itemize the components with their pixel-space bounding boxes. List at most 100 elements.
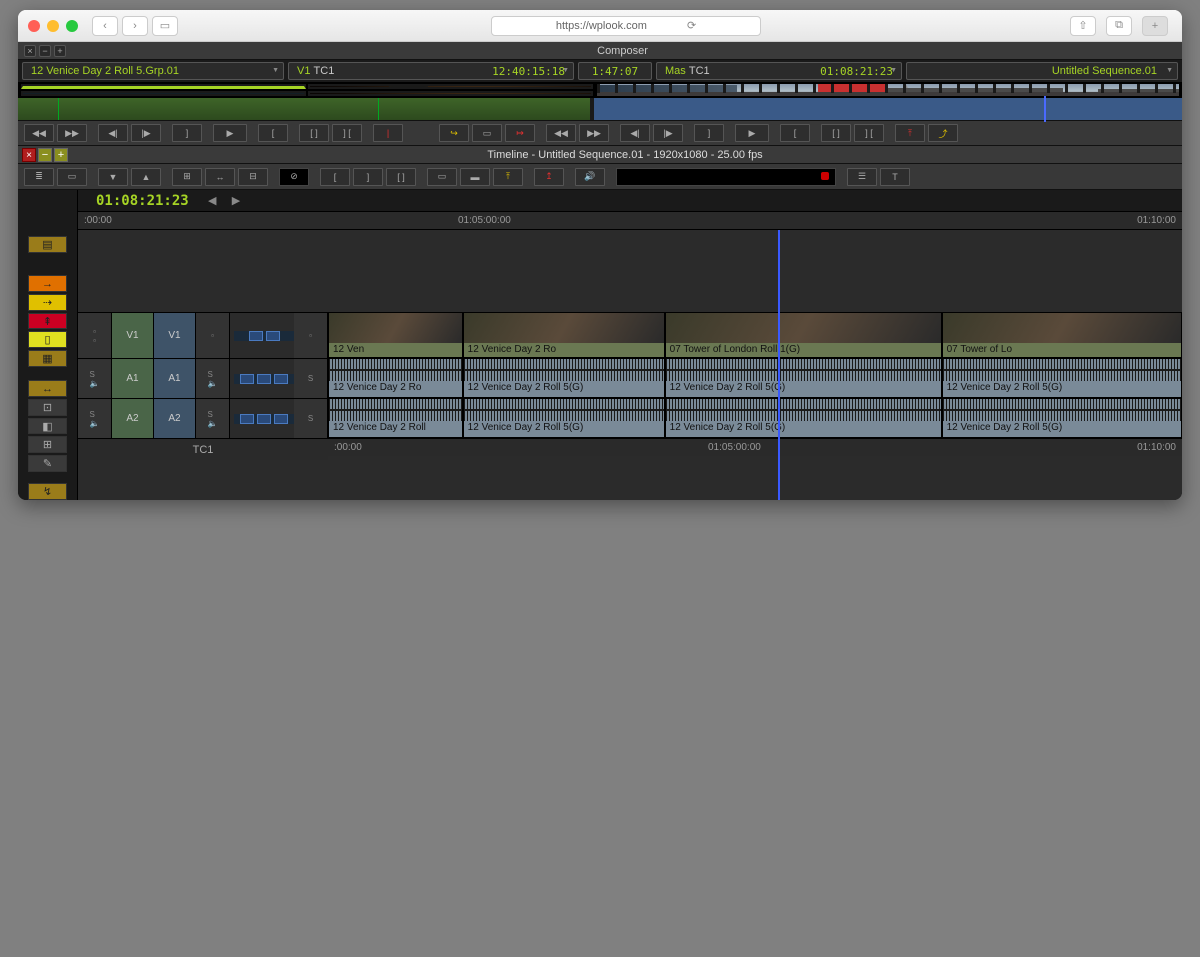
- a1-solo-mute[interactable]: S🔈: [78, 359, 112, 398]
- motion-icon[interactable]: ⊞: [28, 436, 67, 453]
- toggle-icon[interactable]: ↯: [28, 483, 67, 500]
- new-tab-button[interactable]: +: [1142, 16, 1168, 36]
- v1-fx-icons[interactable]: [234, 331, 294, 341]
- replace[interactable]: ↦: [505, 124, 535, 142]
- a2-monitor[interactable]: S🔈: [196, 399, 230, 438]
- audio-clip[interactable]: 12 Venice Day 2 Roll: [328, 398, 463, 438]
- record-monitor[interactable]: [597, 84, 1179, 96]
- source-multicam-grid[interactable]: [21, 84, 593, 96]
- rec-step-fwd[interactable]: |▶: [653, 124, 683, 142]
- splice-in[interactable]: ↪: [439, 124, 469, 142]
- lift[interactable]: ⤒: [895, 124, 925, 142]
- close-window[interactable]: [28, 20, 40, 32]
- track-clips-area[interactable]: 12 Ven12 Venice Day 2 Ro07 Tower of Lond…: [328, 230, 1182, 500]
- tool-list[interactable]: ☰: [847, 168, 877, 186]
- tool-text[interactable]: T: [880, 168, 910, 186]
- multicam-angle-1[interactable]: [21, 84, 306, 89]
- share-button[interactable]: ⇧: [1070, 16, 1096, 36]
- source-tc-dropdown[interactable]: V1 TC1 12:40:15:18: [288, 62, 574, 80]
- multicam-angle-2[interactable]: [308, 84, 593, 89]
- video-clip[interactable]: 12 Ven: [328, 312, 463, 358]
- audio-clip[interactable]: 12 Venice Day 2 Roll 5(G): [665, 398, 942, 438]
- v1-src-patch[interactable]: ▫▫: [78, 313, 112, 358]
- transition-icon[interactable]: ▦: [28, 350, 67, 367]
- src-mark-out[interactable]: [: [258, 124, 288, 142]
- tool-view1[interactable]: ⊞: [172, 168, 202, 186]
- forward-button[interactable]: ›: [122, 16, 148, 36]
- rec-mark-in[interactable]: ]: [694, 124, 724, 142]
- zoom-controls[interactable]: ◀ ▶: [208, 194, 308, 207]
- tool-view2[interactable]: ↔: [205, 168, 235, 186]
- rec-rewind[interactable]: ◀◀: [546, 124, 576, 142]
- effect-icon[interactable]: ⊡: [28, 399, 67, 416]
- tool-fx-off[interactable]: ⊘: [279, 168, 309, 186]
- a2-fx-icons[interactable]: [234, 414, 294, 424]
- src-step-back[interactable]: ◀|: [98, 124, 128, 142]
- a1-rec-label[interactable]: A1: [154, 359, 196, 398]
- keyframe-icon[interactable]: ✎: [28, 455, 67, 472]
- tool-view3[interactable]: ⊟: [238, 168, 268, 186]
- tool-lift[interactable]: ⤒: [493, 168, 523, 186]
- multicam-angle-3[interactable]: [21, 91, 306, 96]
- lift-icon[interactable]: ⇞: [28, 313, 67, 330]
- clip-name-dropdown[interactable]: 12 Venice Day 2 Roll 5.Grp.01: [22, 62, 284, 80]
- record-position-bar[interactable]: [594, 98, 1182, 120]
- trim-icon[interactable]: ↔: [28, 380, 67, 397]
- src-play[interactable]: ▶: [213, 124, 247, 142]
- record-tc-dropdown[interactable]: Mas TC1 01:08:21:23: [656, 62, 902, 80]
- audio-clip[interactable]: 12 Venice Day 2 Roll 5(G): [463, 358, 665, 398]
- a2-solo-mute[interactable]: S🔈: [78, 399, 112, 438]
- audio-clip[interactable]: 12 Venice Day 2 Roll 5(G): [665, 358, 942, 398]
- multicam-angle-4[interactable]: [308, 91, 593, 96]
- v1-monitor[interactable]: ▫: [196, 313, 230, 358]
- video-clip[interactable]: 07 Tower of Lo: [942, 312, 1182, 358]
- sidebar-button[interactable]: ▭: [152, 16, 178, 36]
- a2-rec-label[interactable]: A2: [154, 399, 196, 438]
- expand-panel[interactable]: +: [54, 45, 66, 57]
- a2-src-label[interactable]: A2: [112, 399, 154, 438]
- rec-play[interactable]: ▶: [735, 124, 769, 142]
- src-ff[interactable]: ▶▶: [57, 124, 87, 142]
- zoom-window[interactable]: [66, 20, 78, 32]
- extract[interactable]: ⤴: [928, 124, 958, 142]
- audio-clip[interactable]: 12 Venice Day 2 Roll 5(G): [942, 398, 1182, 438]
- tool-inout[interactable]: [ ]: [386, 168, 416, 186]
- a1-src-label[interactable]: A1: [112, 359, 154, 398]
- sequence-name-dropdown[interactable]: Untitled Sequence.01: [906, 62, 1178, 80]
- a1-lock[interactable]: S: [294, 359, 328, 398]
- back-button[interactable]: ‹: [92, 16, 118, 36]
- rec-in-out[interactable]: [ ]: [821, 124, 851, 142]
- minimize-window[interactable]: [47, 20, 59, 32]
- rec-clear[interactable]: ] [: [854, 124, 884, 142]
- tool-segment[interactable]: ▭: [57, 168, 87, 186]
- collapse-panel[interactable]: −: [39, 45, 51, 57]
- traffic-lights[interactable]: [28, 20, 78, 32]
- tool-overwrite[interactable]: ▬: [460, 168, 490, 186]
- rec-ff[interactable]: ▶▶: [579, 124, 609, 142]
- v1-src-label[interactable]: V1: [112, 313, 154, 358]
- tool-extract[interactable]: ↥: [534, 168, 564, 186]
- src-step-fwd[interactable]: |▶: [131, 124, 161, 142]
- tabs-button[interactable]: ⧉: [1106, 16, 1132, 36]
- overwrite-arrow-icon[interactable]: ⇢: [28, 294, 67, 311]
- rec-mark-out[interactable]: [: [780, 124, 810, 142]
- tool-audio[interactable]: 🔊: [575, 168, 605, 186]
- src-clear[interactable]: ] [: [332, 124, 362, 142]
- src-mark-in[interactable]: ]: [172, 124, 202, 142]
- url-bar[interactable]: https://wplook.com ⟳: [491, 16, 761, 36]
- src-in-out[interactable]: [ ]: [299, 124, 329, 142]
- segment-mode-icon[interactable]: ▤: [28, 236, 67, 253]
- close-panel[interactable]: ×: [24, 45, 36, 57]
- timeline-minus[interactable]: −: [38, 148, 52, 162]
- playhead[interactable]: [778, 230, 780, 500]
- a1-monitor[interactable]: S🔈: [196, 359, 230, 398]
- tool-keyframe-up[interactable]: ▲: [131, 168, 161, 186]
- tc-track-label[interactable]: TC1: [78, 438, 328, 460]
- video-clip[interactable]: 12 Venice Day 2 Ro: [463, 312, 665, 358]
- extract-icon[interactable]: ▯: [28, 331, 67, 348]
- a2-lock[interactable]: S: [294, 399, 328, 438]
- v1-rec-label[interactable]: V1: [154, 313, 196, 358]
- timeline-ruler-top[interactable]: :00:00 01:05:00:00 01:10:00: [78, 212, 1182, 230]
- timeline-plus[interactable]: +: [54, 148, 68, 162]
- audio-clip[interactable]: 12 Venice Day 2 Roll 5(G): [463, 398, 665, 438]
